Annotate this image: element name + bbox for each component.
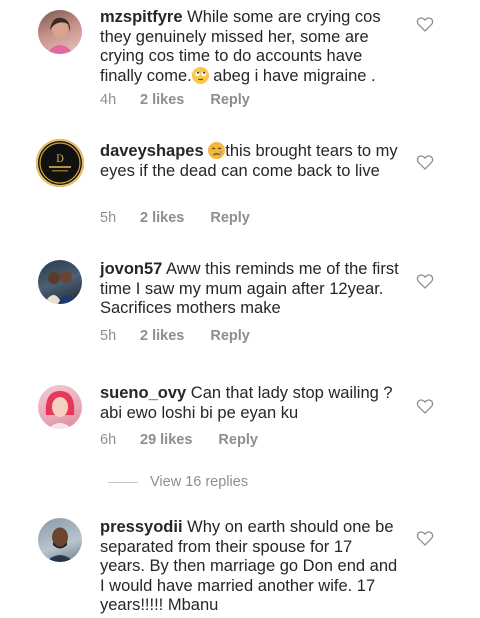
heart-outline-icon[interactable] — [416, 154, 434, 170]
avatar[interactable] — [38, 10, 82, 54]
reply-button[interactable]: Reply — [210, 210, 250, 226]
avatar-image — [45, 391, 75, 429]
comment-username[interactable]: jovon57 — [100, 260, 162, 278]
comment-time: 6h — [100, 432, 117, 448]
avatar-image: D — [39, 142, 81, 184]
comment-meta: 5h 2 likes Reply — [100, 208, 250, 228]
comment-likes[interactable]: 2 likes — [140, 210, 184, 226]
comment-username[interactable]: sueno_ovy — [100, 384, 186, 402]
comment-username[interactable]: mzspitfyre — [100, 8, 183, 26]
comment-meta: 5h 2 likes Reply — [100, 326, 250, 346]
comment-username[interactable]: pressyodii — [100, 518, 183, 536]
avatar[interactable] — [38, 260, 82, 304]
view-replies-divider — [108, 481, 138, 483]
view-replies-button[interactable]: View 16 replies — [108, 474, 248, 490]
heart-outline-icon[interactable] — [416, 16, 434, 32]
comment-time: 5h — [100, 328, 117, 344]
crying-face-emoji-icon — [208, 142, 226, 159]
avatar-image — [44, 271, 78, 304]
avatar[interactable] — [38, 518, 82, 562]
heart-outline-icon[interactable] — [416, 273, 434, 289]
comment-text: pressyodii Why on earth should one be se… — [100, 518, 400, 616]
comment-meta: 4h 2 likes Reply — [100, 90, 250, 110]
view-replies-label: View 16 replies — [150, 474, 249, 490]
comment-likes[interactable]: 29 likes — [140, 432, 192, 448]
comment-likes[interactable]: 2 likes — [140, 328, 184, 344]
reply-button[interactable]: Reply — [210, 92, 250, 108]
comment-text: jovon57 Aww this reminds me of the first… — [100, 260, 400, 319]
comment-likes[interactable]: 2 likes — [140, 92, 184, 108]
avatar[interactable]: D — [36, 139, 84, 187]
heart-outline-icon[interactable] — [416, 398, 434, 414]
rolling-eyes-emoji-icon — [191, 66, 209, 84]
reply-button[interactable]: Reply — [218, 432, 258, 448]
comment-time: 4h — [100, 92, 117, 108]
comment-meta: 6h 29 likes Reply — [100, 430, 258, 450]
reply-button[interactable]: Reply — [210, 328, 250, 344]
comment-text: daveyshapes this brought tears to my eye… — [100, 142, 400, 181]
svg-text:D: D — [56, 154, 64, 165]
comment-text: sueno_ovy Can that lady stop wailing ? a… — [100, 384, 400, 423]
comment-body-continued: abeg i have migraine . — [208, 66, 376, 85]
avatar-image — [46, 17, 74, 54]
comment-time: 5h — [100, 210, 117, 226]
avatar-image — [46, 527, 74, 562]
comment-username[interactable]: daveyshapes — [100, 142, 204, 160]
comment-text: mzspitfyre While some are crying cos the… — [100, 8, 400, 86]
avatar[interactable] — [38, 385, 82, 429]
heart-outline-icon[interactable] — [416, 530, 434, 546]
